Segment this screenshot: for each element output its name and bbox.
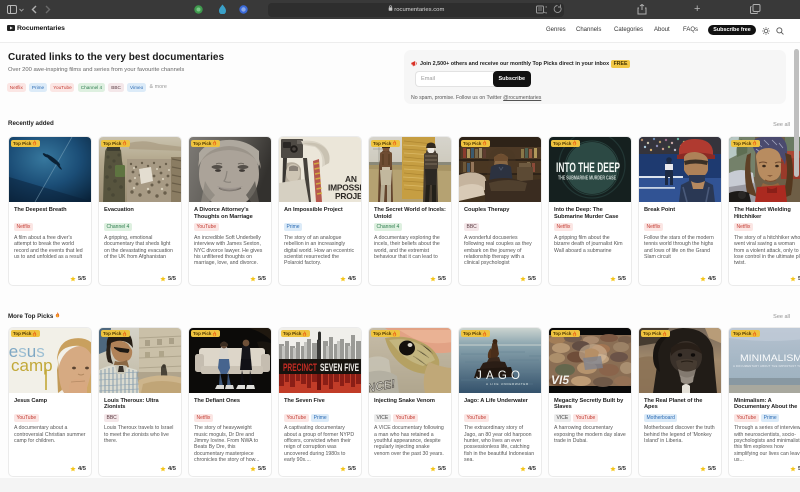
svg-text:A DOCUMENTARY ABOUT THE IMPORT: A DOCUMENTARY ABOUT THE IMPORTANT THINGS	[733, 364, 800, 368]
svg-text:A LIFE UNDERWATER: A LIFE UNDERWATER	[486, 382, 529, 386]
svg-text:THE SUBMARINE MURDER CASE: THE SUBMARINE MURDER CASE	[558, 176, 616, 182]
svg-text:INTO THE DEEP: INTO THE DEEP	[556, 159, 620, 175]
svg-text:PRECINCT: PRECINCT	[283, 362, 317, 374]
svg-text:SEVEN FIVE: SEVEN FIVE	[320, 362, 359, 374]
svg-text:MINIMALISM: MINIMALISM	[740, 353, 800, 364]
svg-text:JAGO: JAGO	[476, 370, 524, 382]
svg-text:PROJECT: PROJECT	[335, 191, 362, 201]
svg-text:VI5: VI5	[551, 373, 569, 387]
